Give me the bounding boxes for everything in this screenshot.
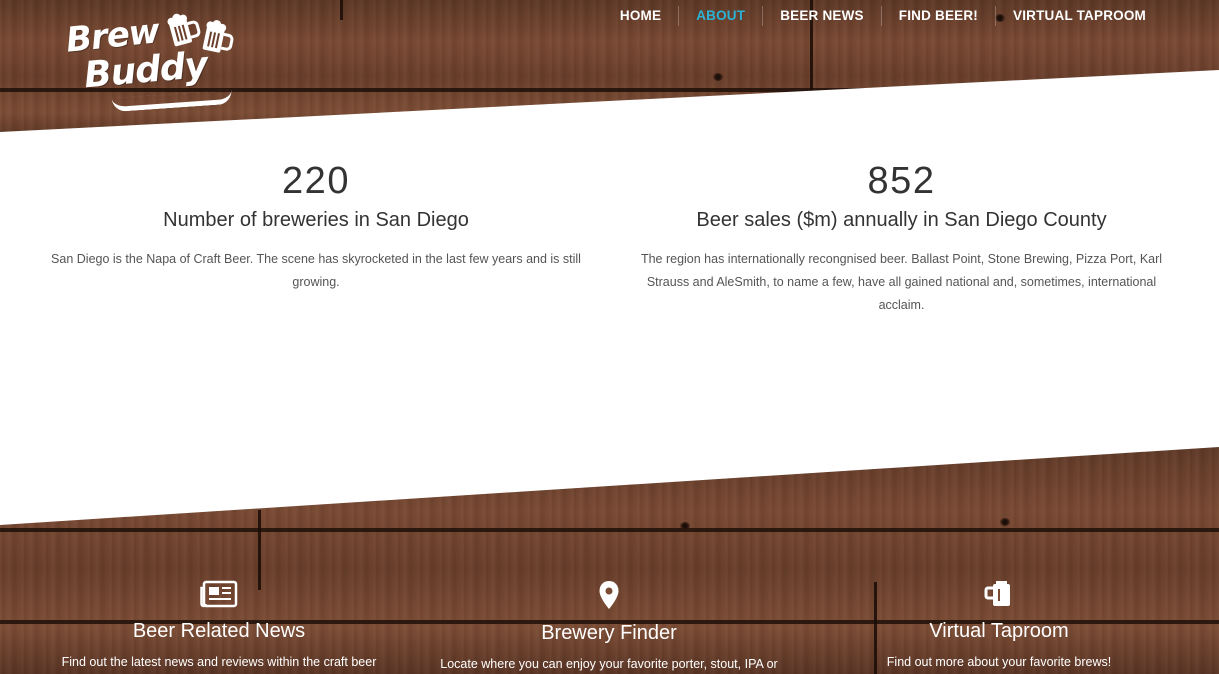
nav-beer-news[interactable]: BEER NEWS — [762, 6, 881, 26]
beer-mug-icon — [984, 581, 1010, 606]
stat-label: Number of breweries in San Diego — [163, 209, 469, 231]
nav-home[interactable]: HOME — [603, 6, 678, 26]
nav-about[interactable]: ABOUT — [678, 6, 762, 26]
feature-beer-news[interactable]: Beer Related News Find out the latest ne… — [40, 580, 398, 669]
stat-beer-sales: 852 Beer sales ($m) annually in San Dieg… — [630, 160, 1173, 317]
nav-find-beer[interactable]: FIND BEER! — [880, 6, 995, 26]
feature-description: Locate where you can enjoy your favorite… — [440, 657, 778, 671]
nav-virtual-taproom[interactable]: VIRTUAL TAPROOM — [995, 6, 1163, 26]
feature-brewery-finder[interactable]: Brewery Finder Locate where you can enjo… — [430, 580, 788, 671]
feature-description: Find out more about your favorite brews! — [886, 655, 1112, 669]
stat-breweries: 220 Number of breweries in San Diego San… — [40, 160, 592, 294]
stat-label: Beer sales ($m) annually in San Diego Co… — [696, 209, 1107, 231]
main-nav: HOME ABOUT BEER NEWS FIND BEER! VIRTUAL … — [603, 6, 1163, 26]
brew-buddy-logo[interactable]: Brew Buddy — [62, 8, 242, 113]
feature-title: Beer Related News — [132, 620, 306, 642]
stat-number: 220 — [282, 160, 350, 202]
beer-mugs-icon — [167, 13, 201, 47]
feature-title: Brewery Finder — [541, 622, 677, 644]
map-pin-icon — [599, 581, 619, 609]
beer-mug-icon — [202, 20, 234, 53]
logo-swoosh — [111, 89, 233, 113]
stat-number: 852 — [867, 160, 936, 202]
feature-description: Find out the latest news and reviews wit… — [61, 655, 377, 669]
newspaper-icon — [200, 580, 238, 608]
stat-description: San Diego is the Napa of Craft Beer. The… — [51, 252, 581, 289]
feature-virtual-taproom[interactable]: Virtual Taproom Find out more about your… — [820, 580, 1178, 669]
feature-title: Virtual Taproom — [929, 620, 1069, 642]
stat-description: The region has internationally recongnis… — [640, 252, 1163, 312]
